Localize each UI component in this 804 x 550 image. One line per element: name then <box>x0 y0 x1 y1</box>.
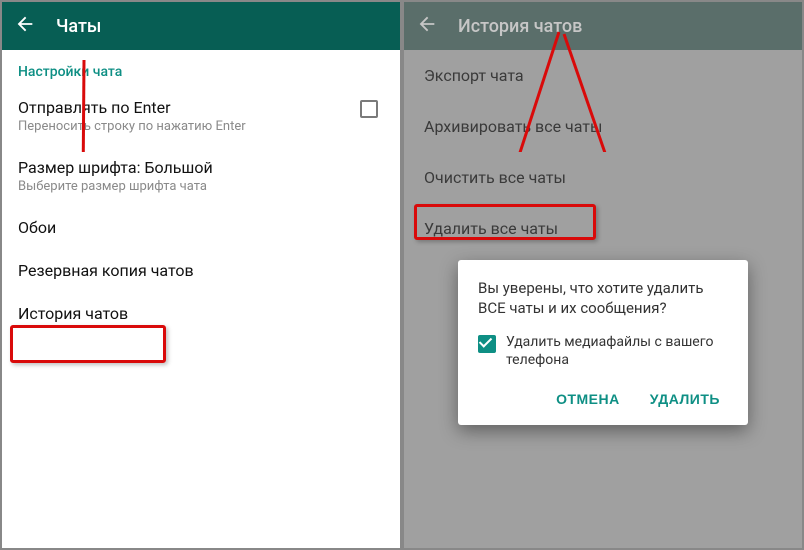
item-subtitle: Переносить строку по нажатию Enter <box>18 119 246 134</box>
chats-settings-pane: Чаты Настройки чата Отправлять по Enter … <box>2 2 404 548</box>
setting-chat-history[interactable]: История чатов <box>2 292 400 335</box>
checkbox-checked-icon[interactable] <box>478 335 496 353</box>
item-title: История чатов <box>18 304 128 323</box>
header-title: История чатов <box>458 16 582 37</box>
item-title: Размер шрифта: Большой <box>18 158 213 177</box>
item-title: Отправлять по Enter <box>18 98 246 117</box>
back-arrow-icon[interactable] <box>14 13 36 39</box>
delete-button[interactable]: УДАЛИТЬ <box>646 383 724 415</box>
dialog-checkbox-label: Удалить медиафайлы с вашего телефона <box>506 333 728 369</box>
header-chat-history: История чатов <box>404 2 802 50</box>
back-arrow-icon[interactable] <box>416 13 438 39</box>
header-chats: Чаты <box>2 2 400 50</box>
item-subtitle: Выберите размер шрифта чата <box>18 179 213 194</box>
dialog-scrim: Вы уверены, что хотите удалить ВСЕ чаты … <box>404 50 802 548</box>
setting-font-size[interactable]: Размер шрифта: Большой Выберите размер ш… <box>2 146 400 206</box>
setting-wallpaper[interactable]: Обои <box>2 206 400 249</box>
dialog-checkbox-row[interactable]: Удалить медиафайлы с вашего телефона <box>478 333 728 369</box>
item-title: Обои <box>18 218 56 237</box>
confirm-delete-dialog: Вы уверены, что хотите удалить ВСЕ чаты … <box>458 260 748 425</box>
chat-history-pane: История чатов Экспорт чата Архивировать … <box>404 2 802 548</box>
dialog-actions: ОТМЕНА УДАЛИТЬ <box>478 383 728 415</box>
setting-chat-backup[interactable]: Резервная копия чатов <box>2 249 400 292</box>
header-title: Чаты <box>56 16 101 37</box>
section-label-chat-settings: Настройки чата <box>2 50 400 86</box>
setting-enter-send[interactable]: Отправлять по Enter Переносить строку по… <box>2 86 400 146</box>
dialog-message: Вы уверены, что хотите удалить ВСЕ чаты … <box>478 278 728 319</box>
item-title: Резервная копия чатов <box>18 261 194 280</box>
cancel-button[interactable]: ОТМЕНА <box>552 383 624 415</box>
checkbox-unchecked-icon[interactable] <box>360 100 378 118</box>
